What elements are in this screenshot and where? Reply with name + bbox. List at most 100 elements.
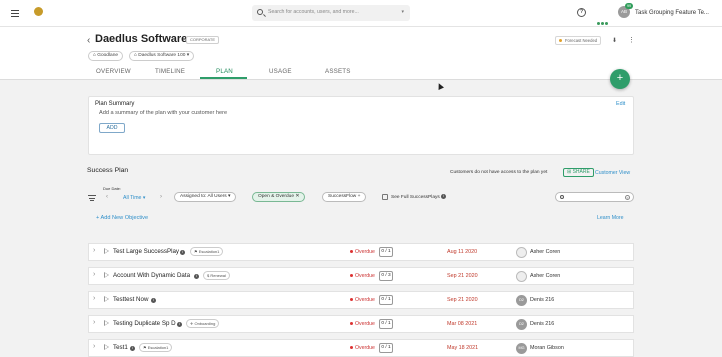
play-icon [104,272,109,278]
plan-search-input[interactable]: ✕ [555,192,634,202]
row-tag-label: Onboarding [194,321,216,326]
row-name[interactable]: Account With Dynamic Data [113,272,190,279]
expand-chevron-icon[interactable]: › [93,271,95,278]
info-icon[interactable]: i [151,298,156,303]
row-task-count: 0 / 1 [379,295,393,305]
row-name[interactable]: Test1 [113,344,128,351]
plan-summary-edit-link[interactable]: Edit [616,101,625,107]
table-row[interactable]: › Testing Duplicate Sp D i ✈ Onboarding … [88,315,634,333]
share-button[interactable]: ⊞ SHARE [563,168,594,177]
customer-access-note: Customers do not have access to the plan… [450,170,548,175]
expand-chevron-icon[interactable]: › [93,247,95,254]
plan-summary-title: Plan Summary [95,101,135,107]
app-logo[interactable] [34,7,43,16]
info-icon[interactable]: i [177,322,182,327]
success-plan-title: Success Plan [87,167,129,174]
tab-plan[interactable]: PLAN [216,68,233,75]
row-tag-label: Renewal [210,273,226,278]
learn-more-link[interactable]: Learn More [597,215,624,221]
row-due-date: May 18 2021 [447,345,479,351]
forecast-badge[interactable]: Forecast Needed [555,36,602,45]
row-name[interactable]: Testtest Now [113,296,148,303]
more-options-icon[interactable]: ⋮ [628,36,635,44]
plan-summary-card [88,96,634,155]
info-icon[interactable]: i [130,346,135,351]
play-icon [104,296,109,302]
expand-chevron-icon[interactable]: › [93,319,95,326]
share-label: SHARE [572,169,590,175]
breadcrumb-parent[interactable]: ⌂ Goodlane [88,51,124,61]
time-range-label: All Time [123,195,142,201]
next-period-icon[interactable]: › [160,194,162,200]
row-tag-label: Escalation1 [147,345,169,350]
clear-icon[interactable]: ✕ [625,195,630,200]
row-status: Overdue [350,249,375,255]
owner-avatar: MG [516,343,527,354]
expand-chevron-icon[interactable]: › [93,343,95,350]
row-due-date: Aug 11 2020 [447,249,478,255]
row-owner: Denis 216 [530,297,555,303]
row-owner: Moran Gibson [530,345,564,351]
mouse-cursor [436,82,444,90]
filter-icon[interactable] [88,195,96,201]
assigned-filter-label: Assigned to: All Users [180,194,227,199]
play-icon [104,248,109,254]
breadcrumb-current-label: Daedlus Software 100 [138,53,186,58]
row-owner: Denis 216 [530,321,555,327]
tab-assets[interactable]: ASSETS [325,68,351,75]
search-icon [257,9,263,15]
row-task-count: 0 / 3 [379,271,393,281]
info-icon[interactable]: i [180,250,185,255]
chevron-down-icon[interactable]: ▾ [401,9,404,15]
row-tag: ⚑ Escalation1 [139,343,173,352]
plan-summary-add-button[interactable]: ADD [99,123,125,133]
tab-overview[interactable]: OVERVIEW [96,68,131,75]
pin-icon[interactable]: ⬇ [612,37,617,44]
table-row[interactable]: › Account With Dynamic Data i $ Renewal … [88,267,634,285]
tab-usage[interactable]: USAGE [269,68,292,75]
owner-avatar [516,247,527,258]
menu-icon[interactable] [11,10,19,17]
close-icon[interactable]: ✕ [295,194,299,199]
breadcrumb-current[interactable]: ⌂ Daedlus Software 100 ▾ [129,51,195,61]
table-row[interactable]: › Test Large SuccessPlay i ⚑ Escalation1… [88,243,634,261]
status-filter[interactable]: Open & Overdue ✕ [252,192,306,202]
notification-badge: 99 [625,3,633,9]
full-plays-label: See Full SuccessPlays i [391,194,447,200]
customer-view-link[interactable]: Customer View [595,170,630,176]
add-objective-link[interactable]: + Add New Objective [96,215,148,221]
expand-chevron-icon[interactable]: › [93,295,95,302]
successflow-filter-label: SuccessFlow [328,194,357,199]
breadcrumb-parent-label: Goodlane [97,53,119,58]
row-status: Overdue [350,297,375,303]
row-due-date: Sep 21 2020 [447,273,478,279]
row-task-count: 0 / 1 [379,319,393,329]
add-fab-button[interactable]: + [610,69,630,89]
row-tag: ⚑ Escalation1 [190,247,224,256]
successflow-filter[interactable]: SuccessFlow + [322,192,367,202]
full-plays-checkbox[interactable] [382,194,388,200]
back-icon[interactable]: ‹ [87,35,90,46]
row-status: Overdue [350,273,375,279]
assigned-filter[interactable]: Assigned to: All Users ▾ [174,192,237,202]
table-row[interactable]: › Test1 i ⚑ Escalation1 Overdue 0 / 1 Ma… [88,339,634,357]
help-icon[interactable]: ? [577,8,586,17]
time-range-select[interactable]: All Time ▾ [123,195,146,201]
owner-avatar [516,271,527,282]
due-date-label: Due Date: [103,186,122,191]
table-row[interactable]: › Testtest Now i Overdue 0 / 1 Sep 21 20… [88,291,634,309]
status-filter-label: Open & Overdue [258,194,294,199]
search-placeholder: Search for accounts, users, and more... [268,9,359,15]
row-name[interactable]: Test Large SuccessPlay [113,248,179,255]
global-search[interactable]: Search for accounts, users, and more... … [252,5,410,21]
row-name[interactable]: Testing Duplicate Sp D [113,320,176,327]
active-tab-indicator [200,77,247,79]
search-icon [560,195,564,199]
user-name[interactable]: Task Grouping Feature Te... [635,10,709,16]
info-icon[interactable]: i [441,194,447,199]
full-plays-text: See Full SuccessPlays [391,194,440,200]
tab-timeline[interactable]: TIMELINE [155,68,185,75]
info-icon[interactable]: i [194,274,199,279]
previous-period-icon[interactable]: ‹ [106,194,108,200]
play-icon [104,344,109,350]
